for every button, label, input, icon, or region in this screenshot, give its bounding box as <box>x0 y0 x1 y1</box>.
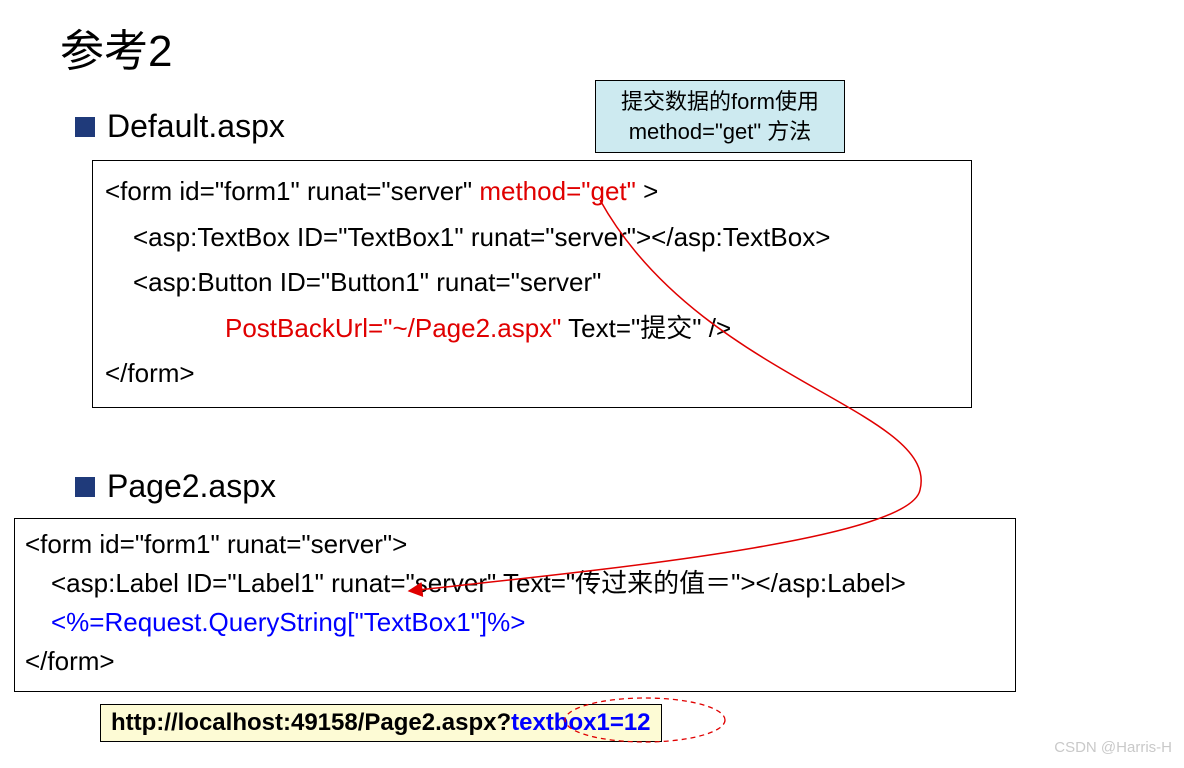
callout-line2: method="get" 方法 <box>600 117 840 147</box>
bullet-square-icon <box>75 477 95 497</box>
codebox-page2: <form id="form1" runat="server"> <asp:La… <box>14 518 1016 692</box>
callout-note: 提交数据的form使用 method="get" 方法 <box>595 80 845 153</box>
watermark: CSDN @Harris-H <box>1054 739 1172 756</box>
codebox-default: <form id="form1" runat="server" method="… <box>92 160 972 408</box>
code1-line4: PostBackUrl="~/Page2.aspx" Text="提交" /> <box>105 306 959 352</box>
code2-line2: <asp:Label ID="Label1" runat="server" Te… <box>25 564 1005 603</box>
code2-line1: <form id="form1" runat="server"> <box>25 525 1005 564</box>
url-query: textbox1=12 <box>511 709 650 736</box>
section-default: Default.aspx <box>75 108 285 145</box>
code1-line2: <asp:TextBox ID="TextBox1" runat="server… <box>105 215 959 261</box>
code1-l1b-method: method="get" <box>479 176 636 206</box>
section-default-label: Default.aspx <box>107 108 285 145</box>
code1-line1: <form id="form1" runat="server" method="… <box>105 169 959 215</box>
url-result: http://localhost:49158/Page2.aspx?textbo… <box>100 704 662 742</box>
code1-line3: <asp:Button ID="Button1" runat="server" <box>105 260 959 306</box>
section-page2: Page2.aspx <box>75 468 276 505</box>
url-prefix: http://localhost:49158/Page2.aspx? <box>111 709 511 736</box>
bullet-square-icon <box>75 117 95 137</box>
code1-l4b: Text="提交" /> <box>561 313 731 343</box>
code1-l1c: > <box>636 176 658 206</box>
slide-title: 参考2 <box>60 15 172 79</box>
callout-line1: 提交数据的form使用 <box>600 87 840 117</box>
code1-line5: </form> <box>105 351 959 397</box>
section-page2-label: Page2.aspx <box>107 468 276 505</box>
code1-l4a-postbackurl: PostBackUrl="~/Page2.aspx" <box>225 313 561 343</box>
code1-l1a: <form id="form1" runat="server" <box>105 176 479 206</box>
code2-line4: </form> <box>25 642 1005 681</box>
code2-line3-querystring: <%=Request.QueryString["TextBox1"]%> <box>25 603 1005 642</box>
